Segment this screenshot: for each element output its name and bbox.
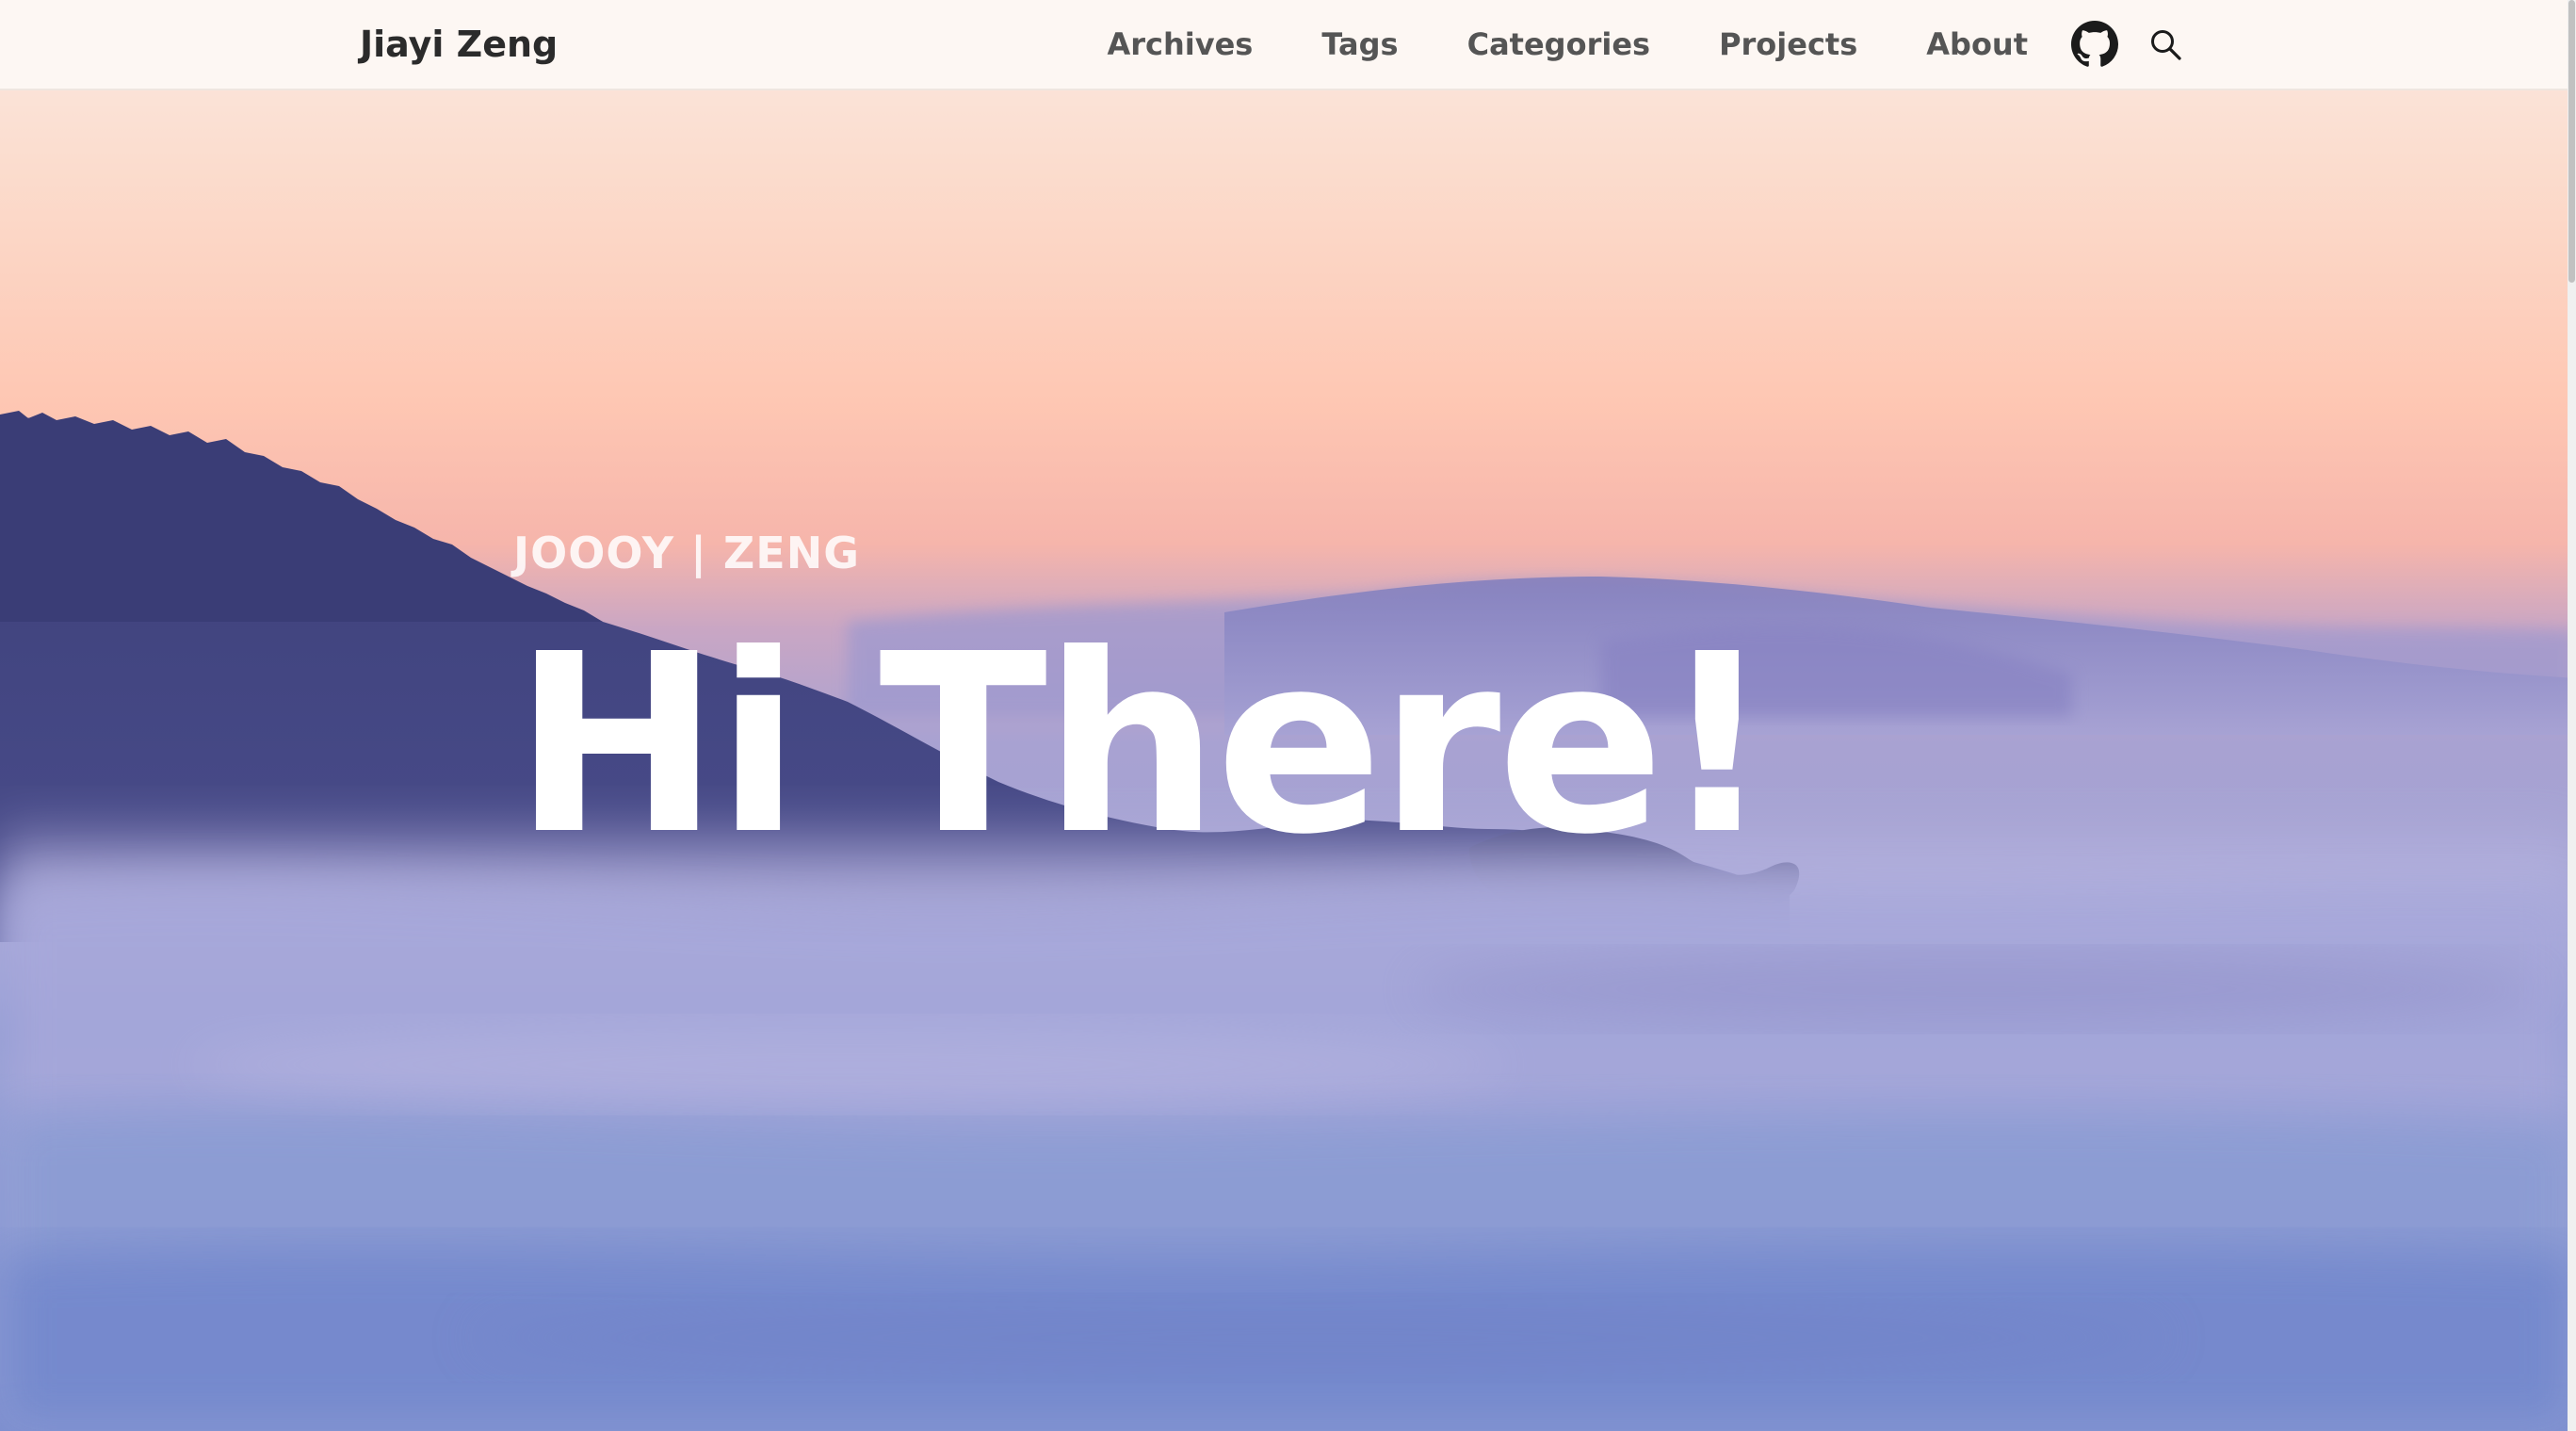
top-navbar: Jiayi Zeng Archives Tags Categories Proj… bbox=[0, 0, 2568, 90]
nav-link-about[interactable]: About bbox=[1926, 26, 2028, 62]
scrollbar-thumb[interactable] bbox=[2568, 0, 2575, 283]
nav-link-tags[interactable]: Tags bbox=[1321, 26, 1398, 62]
search-icon[interactable] bbox=[2147, 25, 2184, 63]
github-icon[interactable] bbox=[2071, 21, 2118, 68]
nav-link-archives[interactable]: Archives bbox=[1107, 26, 1253, 62]
page: Jiayi Zeng Archives Tags Categories Proj… bbox=[0, 0, 2576, 1431]
nav-link-categories[interactable]: Categories bbox=[1467, 26, 1650, 62]
nav-link-projects[interactable]: Projects bbox=[1719, 26, 1857, 62]
page-scrollbar[interactable] bbox=[2568, 0, 2576, 1431]
hero-title: Hi There! bbox=[513, 601, 1774, 888]
hero-subtitle: JOOOY | ZENG bbox=[513, 528, 860, 578]
site-brand-link[interactable]: Jiayi Zeng bbox=[360, 24, 558, 65]
nav-menu: Archives Tags Categories Projects About bbox=[1107, 0, 2184, 89]
